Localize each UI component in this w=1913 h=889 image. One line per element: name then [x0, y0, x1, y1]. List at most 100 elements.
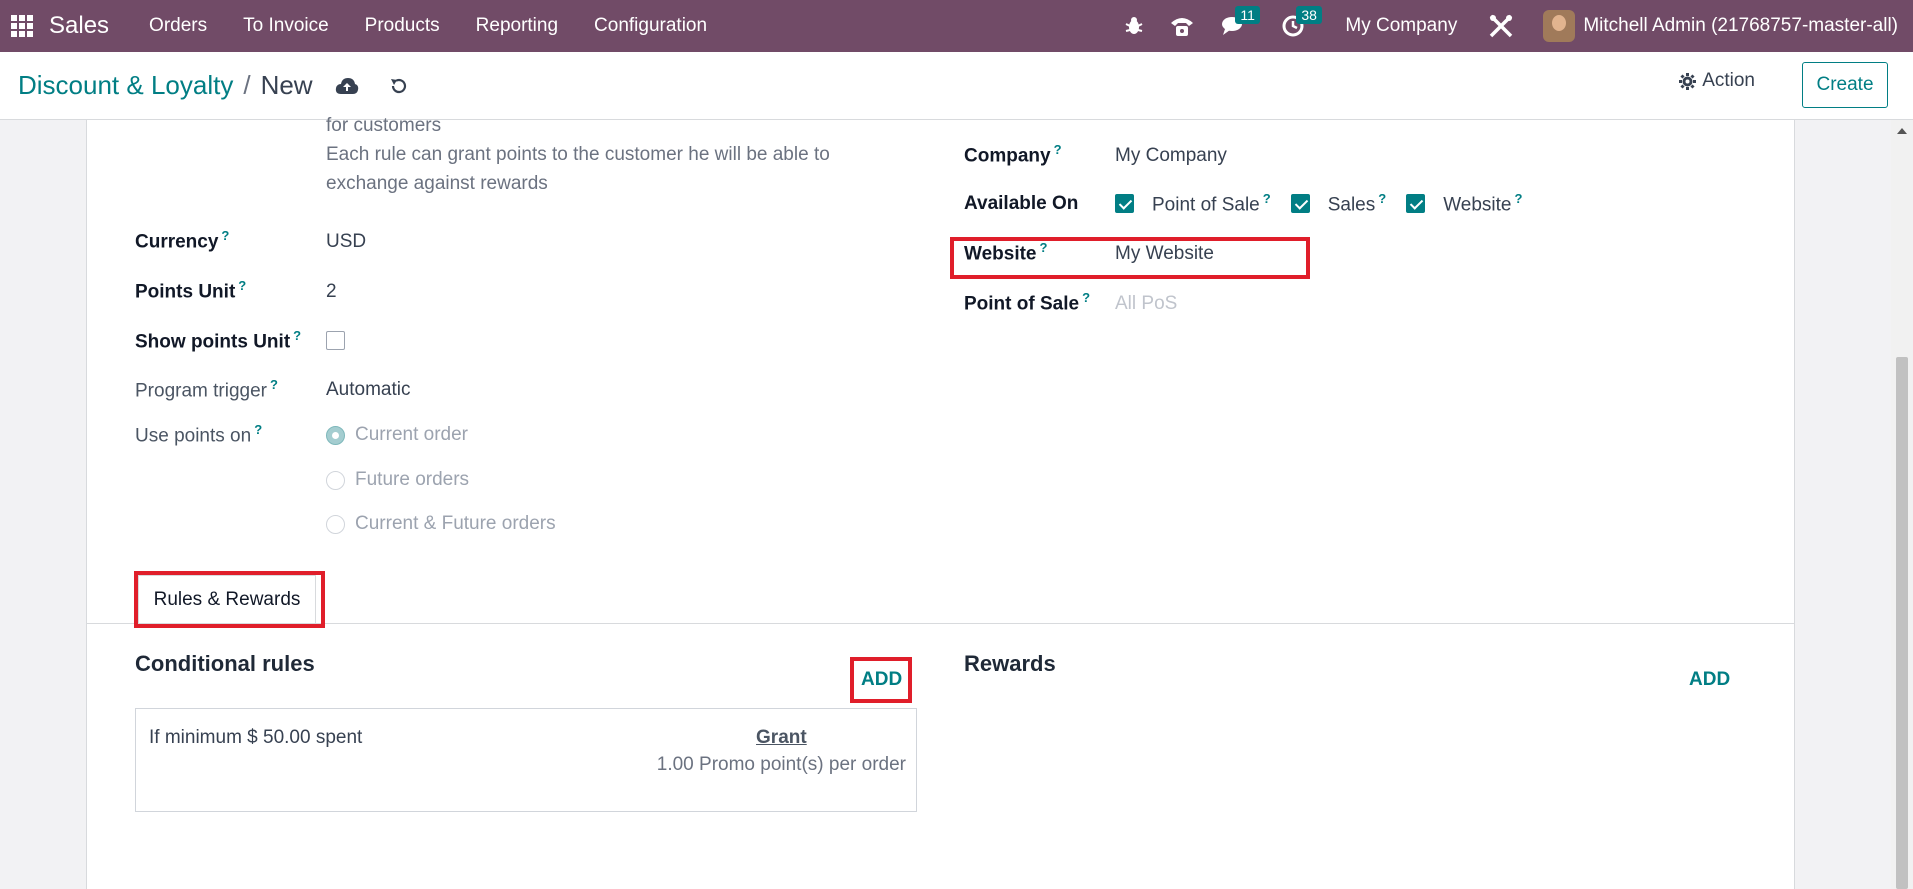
menu-products[interactable]: Products: [365, 15, 440, 37]
menu-to-invoice[interactable]: To Invoice: [243, 15, 329, 37]
program-trigger-label: Program trigger?: [135, 377, 278, 402]
discard-icon[interactable]: [389, 76, 409, 96]
description-line: Each rule can grant points to the custom…: [326, 144, 830, 165]
show-points-unit-help-icon[interactable]: ?: [293, 328, 301, 343]
company-label: Company?: [964, 142, 1062, 167]
user-menu[interactable]: Mitchell Admin (21768757-master-all): [1583, 15, 1898, 37]
menu-configuration[interactable]: Configuration: [594, 15, 707, 37]
breadcrumb-current: New: [260, 70, 313, 100]
website-label: Website?: [964, 240, 1047, 265]
messages-icon[interactable]: 11: [1221, 6, 1260, 37]
scroll-up-arrow-icon[interactable]: [1897, 128, 1907, 134]
point-of-sale-label-text: Point of Sale: [964, 293, 1080, 315]
program-trigger-help-icon[interactable]: ?: [270, 377, 278, 392]
program-trigger-field[interactable]: Automatic: [326, 379, 410, 401]
points-unit-field[interactable]: 2: [326, 281, 337, 303]
app-name[interactable]: Sales: [49, 12, 109, 40]
breadcrumb-parent[interactable]: Discount & Loyalty: [18, 70, 233, 101]
grant-label: Grant: [756, 727, 807, 748]
activities-icon[interactable]: 38: [1282, 6, 1322, 37]
radio-button[interactable]: [326, 470, 345, 490]
website-help-icon[interactable]: ?: [1040, 240, 1048, 255]
point-of-sale-label: Point of Sale?: [964, 290, 1090, 315]
tab-divider: [86, 623, 1795, 624]
scrollbar[interactable]: [1891, 120, 1913, 889]
user-avatar[interactable]: [1543, 10, 1576, 42]
menu-reporting[interactable]: Reporting: [476, 15, 558, 37]
sales-option-label: Sales?: [1328, 191, 1386, 216]
website-checkbox[interactable]: [1406, 194, 1426, 214]
point-of-sale-field-help-icon[interactable]: ?: [1082, 290, 1090, 305]
use-points-on-label: Use points on?: [135, 422, 262, 447]
top-navbar: Sales Orders To Invoice Products Reporti…: [0, 0, 1913, 52]
show-points-unit-label-text: Show points Unit: [135, 331, 291, 353]
points-unit-help-icon[interactable]: ?: [238, 278, 246, 293]
rewards-title: Rewards: [964, 651, 1056, 676]
gear-icon: [1679, 72, 1697, 90]
breadcrumb: Discount & Loyalty / New: [18, 70, 313, 101]
points-unit-label: Points Unit?: [135, 278, 246, 303]
messages-badge: 11: [1235, 6, 1260, 24]
grant-value: 1.00 Promo point(s) per order: [656, 754, 906, 775]
available-on-label: Available On: [964, 193, 1079, 214]
currency-help-icon[interactable]: ?: [221, 228, 229, 243]
show-points-unit-label: Show points Unit?: [135, 328, 301, 353]
sales-help-icon[interactable]: ?: [1378, 191, 1386, 206]
company-field[interactable]: My Company: [1115, 145, 1227, 167]
conditional-rules-title: Conditional rules: [135, 651, 315, 676]
action-menu-button[interactable]: Action: [1679, 70, 1755, 92]
add-rule-button[interactable]: ADD: [861, 669, 902, 691]
available-on-options: Point of Sale? Sales? Website?: [1115, 191, 1522, 216]
point-of-sale-checkbox[interactable]: [1115, 194, 1134, 214]
add-reward-button[interactable]: ADD: [1689, 669, 1730, 691]
description-line: exchange against rewards: [326, 173, 548, 194]
radio-button[interactable]: [326, 514, 345, 534]
radio-current-order[interactable]: Current order: [326, 424, 468, 446]
company-switcher[interactable]: My Company: [1345, 15, 1457, 37]
phone-icon[interactable]: [1169, 15, 1195, 37]
action-label: Action: [1702, 70, 1755, 91]
app-grid-icon[interactable]: [11, 15, 33, 37]
rule-condition: If minimum $ 50.00 spent: [149, 727, 363, 748]
menu-orders[interactable]: Orders: [149, 15, 207, 37]
radio-future-orders[interactable]: Future orders: [326, 469, 469, 491]
company-label-text: Company: [964, 145, 1051, 167]
show-points-unit-checkbox[interactable]: [326, 331, 345, 350]
point-of-sale-field[interactable]: All PoS: [1115, 293, 1177, 315]
website-help-icon[interactable]: ?: [1514, 191, 1522, 206]
option-text: Sales: [1327, 194, 1376, 216]
website-label-text: Website: [964, 243, 1037, 265]
radio-button[interactable]: [326, 425, 345, 445]
option-text: Website: [1443, 194, 1512, 216]
currency-field[interactable]: USD: [326, 231, 366, 253]
option-text: Point of Sale: [1152, 194, 1260, 216]
program-trigger-label-text: Program trigger: [135, 380, 267, 402]
points-unit-label-text: Points Unit: [135, 281, 236, 303]
tab-highlight-box: [134, 571, 325, 628]
control-panel: Discount & Loyalty / New Action Create: [0, 52, 1913, 120]
radio-label: Current order: [355, 424, 468, 445]
radio-label: Future orders: [355, 469, 470, 490]
company-help-icon[interactable]: ?: [1054, 142, 1062, 157]
currency-label-text: Currency: [135, 231, 219, 253]
currency-label: Currency?: [135, 228, 229, 253]
radio-label: Current & Future orders: [355, 513, 556, 534]
rule-grant: Grant 1.00 Promo point(s) per order: [657, 727, 906, 776]
save-cloud-icon[interactable]: [335, 76, 359, 96]
point-of-sale-help-icon[interactable]: ?: [1263, 191, 1271, 206]
use-points-on-label-text: Use points on: [135, 425, 252, 447]
description-line: for customers: [326, 115, 442, 136]
website-field[interactable]: My Website: [1115, 243, 1214, 265]
point-of-sale-option-label: Point of Sale?: [1152, 191, 1271, 216]
breadcrumb-separator: /: [243, 70, 251, 100]
rule-card[interactable]: If minimum $ 50.00 spent Grant 1.00 Prom…: [135, 708, 917, 812]
website-option-label: Website?: [1443, 191, 1522, 216]
bug-icon[interactable]: [1125, 16, 1143, 36]
radio-current-future-orders[interactable]: Current & Future orders: [326, 513, 556, 535]
tools-icon[interactable]: [1488, 13, 1514, 39]
scrollbar-thumb[interactable]: [1896, 357, 1908, 889]
create-button[interactable]: Create: [1802, 62, 1888, 108]
sales-checkbox[interactable]: [1290, 194, 1310, 214]
use-points-on-help-icon[interactable]: ?: [254, 422, 262, 437]
activities-badge: 38: [1296, 6, 1322, 24]
